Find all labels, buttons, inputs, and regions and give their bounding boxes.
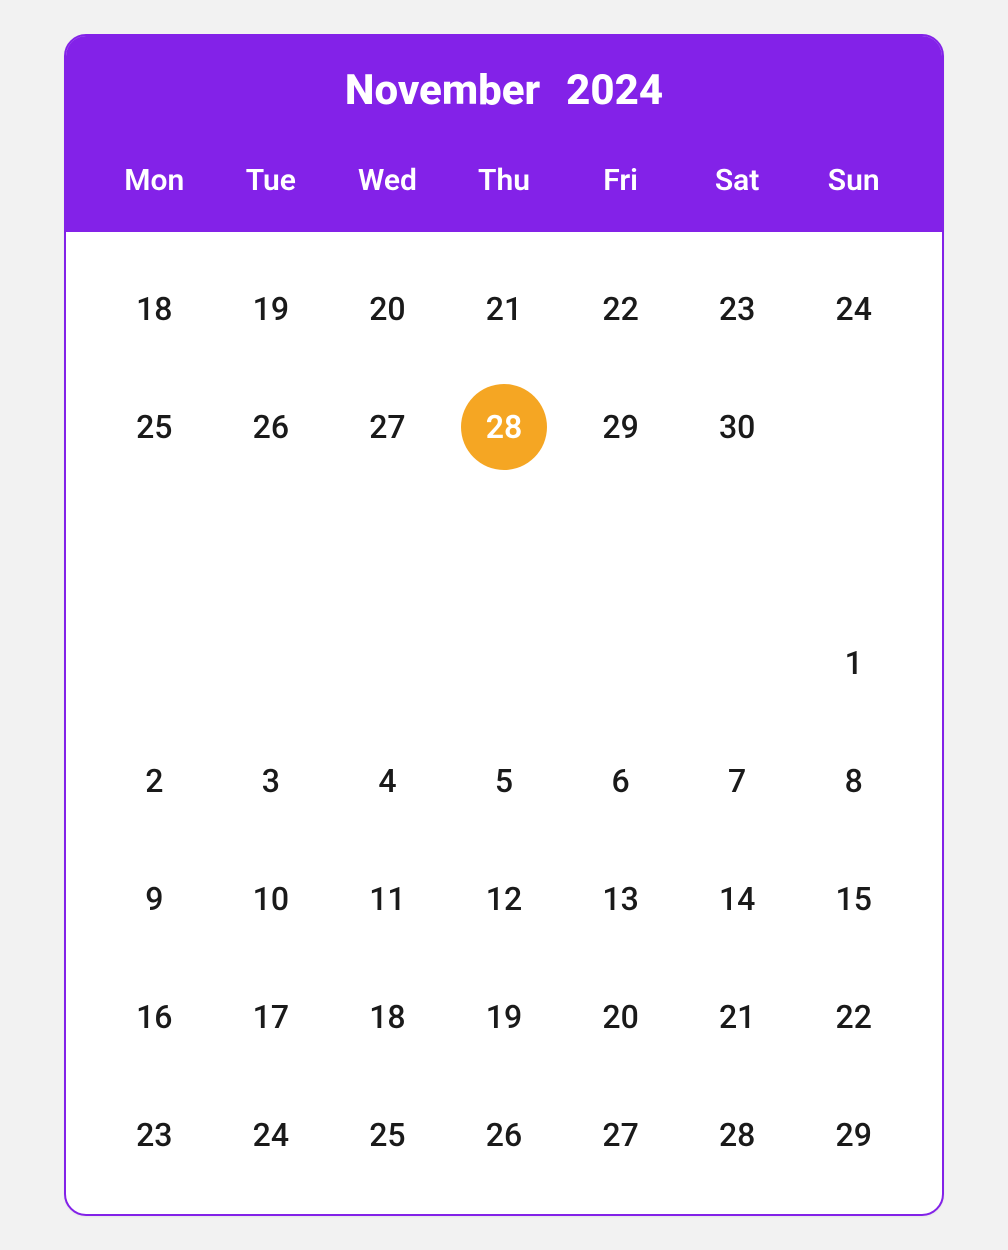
date-cell[interactable]: 26 [228, 384, 314, 470]
date-cell[interactable]: 10 [228, 856, 314, 942]
date-grid: 1819202122232425262728293012345678910111… [96, 250, 912, 1194]
weekday-sun: Sun [795, 163, 912, 198]
weekday-thu: Thu [446, 163, 563, 198]
date-cell[interactable]: 7 [694, 738, 780, 824]
weekday-wed: Wed [329, 163, 446, 198]
weekday-tue: Tue [213, 163, 330, 198]
date-cell[interactable]: 20 [578, 974, 664, 1060]
date-cell[interactable]: 8 [811, 738, 897, 824]
date-cell[interactable]: 14 [694, 856, 780, 942]
date-cell[interactable]: 11 [344, 856, 430, 942]
date-cell[interactable]: 24 [228, 1092, 314, 1178]
date-cell[interactable]: 20 [344, 266, 430, 352]
weekday-mon: Mon [96, 163, 213, 198]
date-cell[interactable]: 4 [344, 738, 430, 824]
weekday-row: Mon Tue Wed Thu Fri Sat Sun [96, 163, 912, 198]
date-cell[interactable]: 18 [344, 974, 430, 1060]
date-cell[interactable]: 25 [344, 1092, 430, 1178]
weekday-fri: Fri [562, 163, 679, 198]
date-cell[interactable]: 27 [578, 1092, 664, 1178]
date-cell[interactable]: 3 [228, 738, 314, 824]
date-cell[interactable]: 23 [694, 266, 780, 352]
date-cell[interactable]: 1 [811, 620, 897, 706]
date-cell[interactable]: 23 [111, 1092, 197, 1178]
date-cell[interactable]: 29 [578, 384, 664, 470]
date-cell[interactable]: 22 [811, 974, 897, 1060]
date-cell[interactable]: 19 [461, 974, 547, 1060]
date-cell[interactable]: 27 [344, 384, 430, 470]
date-cell[interactable]: 18 [111, 266, 197, 352]
calendar-header: November 2024 Mon Tue Wed Thu Fri Sat Su… [66, 36, 942, 232]
date-cell[interactable]: 2 [111, 738, 197, 824]
date-cell[interactable]: 19 [228, 266, 314, 352]
date-cell[interactable]: 24 [811, 266, 897, 352]
date-cell[interactable]: 22 [578, 266, 664, 352]
date-cell[interactable]: 9 [111, 856, 197, 942]
date-cell[interactable]: 12 [461, 856, 547, 942]
date-cell[interactable]: 6 [578, 738, 664, 824]
date-cell[interactable]: 28 [461, 384, 547, 470]
date-cell[interactable]: 17 [228, 974, 314, 1060]
date-cell[interactable]: 13 [578, 856, 664, 942]
calendar-title-row: November 2024 [96, 66, 912, 115]
date-cell[interactable]: 28 [694, 1092, 780, 1178]
date-cell[interactable]: 21 [461, 266, 547, 352]
date-cell[interactable]: 30 [694, 384, 780, 470]
month-label[interactable]: November [345, 66, 540, 115]
date-cell[interactable]: 26 [461, 1092, 547, 1178]
date-cell[interactable]: 21 [694, 974, 780, 1060]
year-label[interactable]: 2024 [566, 66, 663, 115]
weekday-sat: Sat [679, 163, 796, 198]
date-cell[interactable]: 29 [811, 1092, 897, 1178]
date-cell[interactable]: 5 [461, 738, 547, 824]
date-cell[interactable]: 16 [111, 974, 197, 1060]
calendar: November 2024 Mon Tue Wed Thu Fri Sat Su… [64, 34, 944, 1216]
date-cell[interactable]: 15 [811, 856, 897, 942]
calendar-body: 1819202122232425262728293012345678910111… [66, 232, 942, 1214]
date-cell[interactable]: 25 [111, 384, 197, 470]
